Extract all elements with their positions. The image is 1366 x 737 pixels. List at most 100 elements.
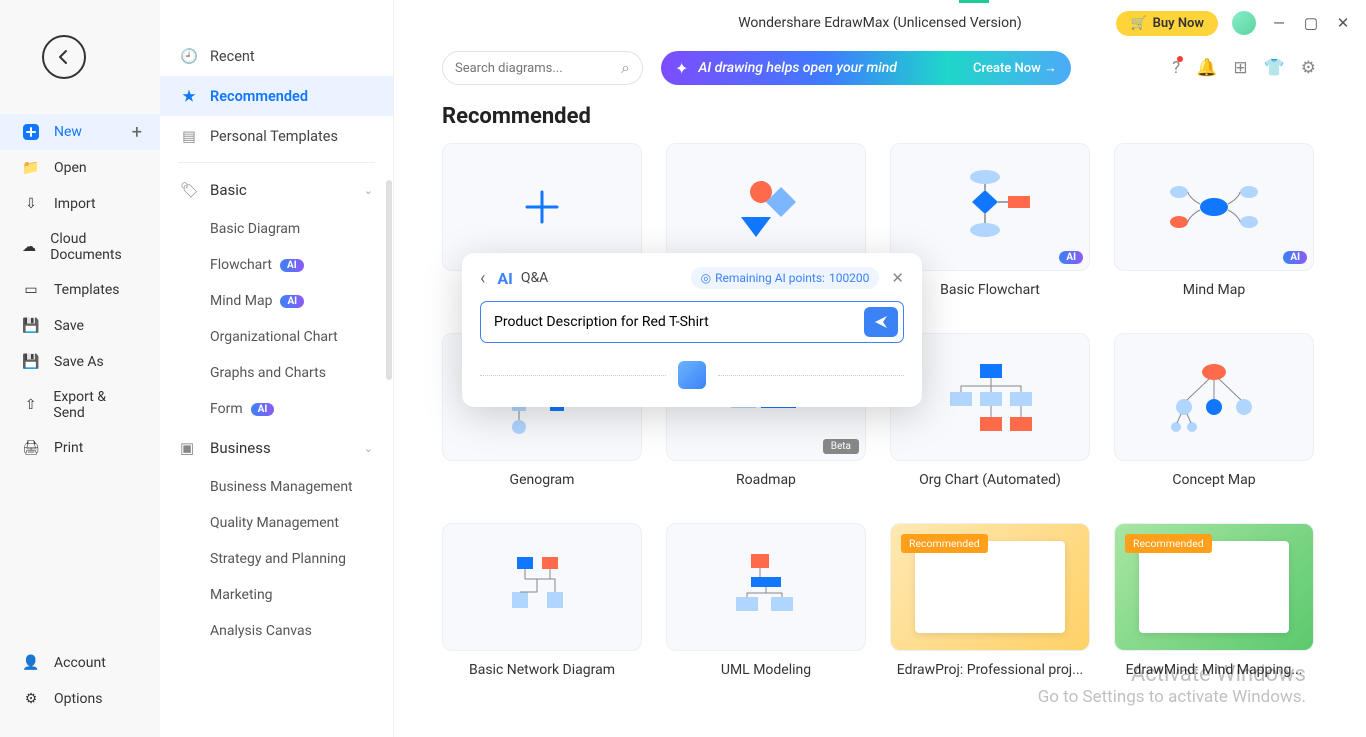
sub-analysis[interactable]: Analysis Canvas (160, 613, 393, 649)
card-network[interactable]: Basic Network Diagram (442, 523, 642, 689)
cat-basic[interactable]: 🏷Basic⌄ (160, 169, 393, 211)
back-button[interactable] (42, 35, 86, 79)
saveas-icon: 💾 (22, 353, 40, 371)
card-edrawproj[interactable]: RecommendedEdrawProj: Professional proj.… (890, 523, 1090, 689)
avatar[interactable] (1232, 11, 1256, 35)
print-icon: 🖨 (22, 439, 40, 457)
nav-templates[interactable]: ▭Templates (0, 272, 160, 308)
nav-account[interactable]: 👤Account (0, 645, 160, 681)
send-icon (873, 314, 889, 330)
category-sidebar: 🕘Recent ★Recommended ▤Personal Templates… (160, 0, 394, 737)
nav-print[interactable]: 🖨Print (0, 430, 160, 466)
export-icon: ⇧ (22, 396, 39, 414)
cat-business[interactable]: ▣Business⌄ (160, 427, 393, 469)
presentation-icon: ▣ (180, 439, 198, 457)
toolbar: ⌕ ✦ AI drawing helps open your mind Crea… (394, 46, 1366, 90)
qa-points[interactable]: ◎Remaining AI points: 100200 (691, 267, 880, 289)
separator (178, 162, 375, 163)
network-icon (482, 542, 602, 632)
qa-header: ‹ AI Q&A ◎Remaining AI points: 100200 ✕ (480, 267, 904, 289)
search-box[interactable]: ⌕ (442, 51, 643, 85)
sub-orgchart[interactable]: Organizational Chart (160, 319, 393, 355)
section-title: Recommended (442, 104, 1366, 129)
ai-banner[interactable]: ✦ AI drawing helps open your mind Create… (661, 51, 1071, 85)
promo-preview (915, 541, 1065, 633)
search-icon[interactable]: ⌕ (621, 58, 630, 78)
shapes-icon (706, 162, 826, 252)
sub-form[interactable]: FormAI (160, 391, 393, 427)
buy-now-button[interactable]: 🛒Buy Now (1116, 11, 1218, 36)
flowchart-icon (930, 162, 1050, 252)
templates-icon: ▭ (22, 281, 40, 299)
ai-badge: AI (280, 295, 304, 308)
nav-export[interactable]: ⇧Export & Send (0, 380, 160, 430)
cat-recent[interactable]: 🕘Recent (160, 36, 393, 76)
folder-icon: 📁 (22, 159, 40, 177)
scrollbar[interactable] (386, 180, 392, 380)
primary-nav: New + 📁Open ⇩Import ☁Cloud Documents ▭Te… (0, 114, 160, 466)
uml-icon (706, 542, 826, 632)
nav-new[interactable]: New + (0, 114, 160, 150)
chevron-down-icon: ⌄ (364, 184, 373, 197)
sub-marketing[interactable]: Marketing (160, 577, 393, 613)
qa-panel: ‹ AI Q&A ◎Remaining AI points: 100200 ✕ (462, 253, 922, 407)
save-icon: 💾 (22, 317, 40, 335)
cart-icon: 🛒 (1130, 16, 1146, 31)
import-icon: ⇩ (22, 195, 40, 213)
qa-input[interactable] (486, 308, 856, 336)
user-icon: 👤 (22, 654, 40, 672)
qa-close-button[interactable]: ✕ (891, 269, 904, 287)
toolbar-right: ? 🔔 ⊞ 👕 ⚙ (1172, 58, 1316, 78)
app-title: Wondershare EdrawMax (Unlicensed Version… (738, 15, 1022, 31)
cat-recommended[interactable]: ★Recommended (160, 76, 393, 116)
qa-back-button[interactable]: ‹ (480, 268, 485, 289)
minimize-button[interactable]: — (1270, 14, 1288, 32)
ai-logo: AI (497, 269, 512, 288)
ai-badge: AI (280, 259, 304, 272)
card-edrawmind[interactable]: RecommendedEdrawMind: Mind Mapping... (1114, 523, 1314, 689)
recommended-badge: Recommended (901, 534, 988, 553)
settings-icon[interactable]: ⚙ (1301, 58, 1316, 78)
nav-options[interactable]: ⚙Options (0, 681, 160, 717)
plus-square-icon (22, 123, 40, 141)
cat-personal[interactable]: ▤Personal Templates (160, 116, 393, 156)
sub-mindmap[interactable]: Mind MapAI (160, 283, 393, 319)
card-uml[interactable]: UML Modeling (666, 523, 866, 689)
plus-icon[interactable]: + (132, 122, 142, 143)
nav-saveas[interactable]: 💾Save As (0, 344, 160, 380)
nav-import[interactable]: ⇩Import (0, 186, 160, 222)
sub-biz-mgmt[interactable]: Business Management (160, 469, 393, 505)
qa-send-button[interactable] (864, 307, 898, 337)
card-mindmap[interactable]: AIMind Map (1114, 143, 1314, 309)
target-icon: ◎ (701, 271, 711, 285)
sub-strategy[interactable]: Strategy and Planning (160, 541, 393, 577)
sub-basic-diagram[interactable]: Basic Diagram (160, 211, 393, 247)
nav-save[interactable]: 💾Save (0, 308, 160, 344)
ai-badge: AI (1283, 251, 1307, 264)
sub-graphs[interactable]: Graphs and Charts (160, 355, 393, 391)
plus-icon (482, 162, 602, 252)
mindmap-icon (1154, 162, 1274, 252)
help-icon[interactable]: ? (1172, 58, 1180, 78)
tab-indicator (959, 0, 989, 3)
maximize-button[interactable]: ▢ (1302, 14, 1320, 32)
close-button[interactable]: ✕ (1334, 14, 1352, 32)
apps-icon[interactable]: ⊞ (1233, 58, 1247, 78)
sparkle-icon: ✦ (675, 59, 688, 78)
shirt-icon[interactable]: 👕 (1264, 58, 1285, 78)
tag-icon: 🏷 (180, 181, 198, 199)
nav-open[interactable]: 📁Open (0, 150, 160, 186)
nav-cloud[interactable]: ☁Cloud Documents (0, 222, 160, 272)
template-grid: AIBasic Flowchart AIMind Map Genogram Be… (394, 143, 1366, 689)
bell-icon[interactable]: 🔔 (1196, 58, 1217, 78)
gear-icon: ⚙ (22, 690, 40, 708)
ai-badge: AI (1059, 251, 1083, 264)
arrow-left-icon (54, 47, 74, 67)
search-input[interactable] (455, 61, 621, 76)
sub-quality[interactable]: Quality Management (160, 505, 393, 541)
sub-flowchart[interactable]: FlowchartAI (160, 247, 393, 283)
beta-badge: Beta (823, 439, 859, 454)
card-conceptmap[interactable]: Concept Map (1114, 333, 1314, 499)
recommended-badge: Recommended (1125, 534, 1212, 553)
clock-icon: 🕘 (180, 47, 198, 65)
